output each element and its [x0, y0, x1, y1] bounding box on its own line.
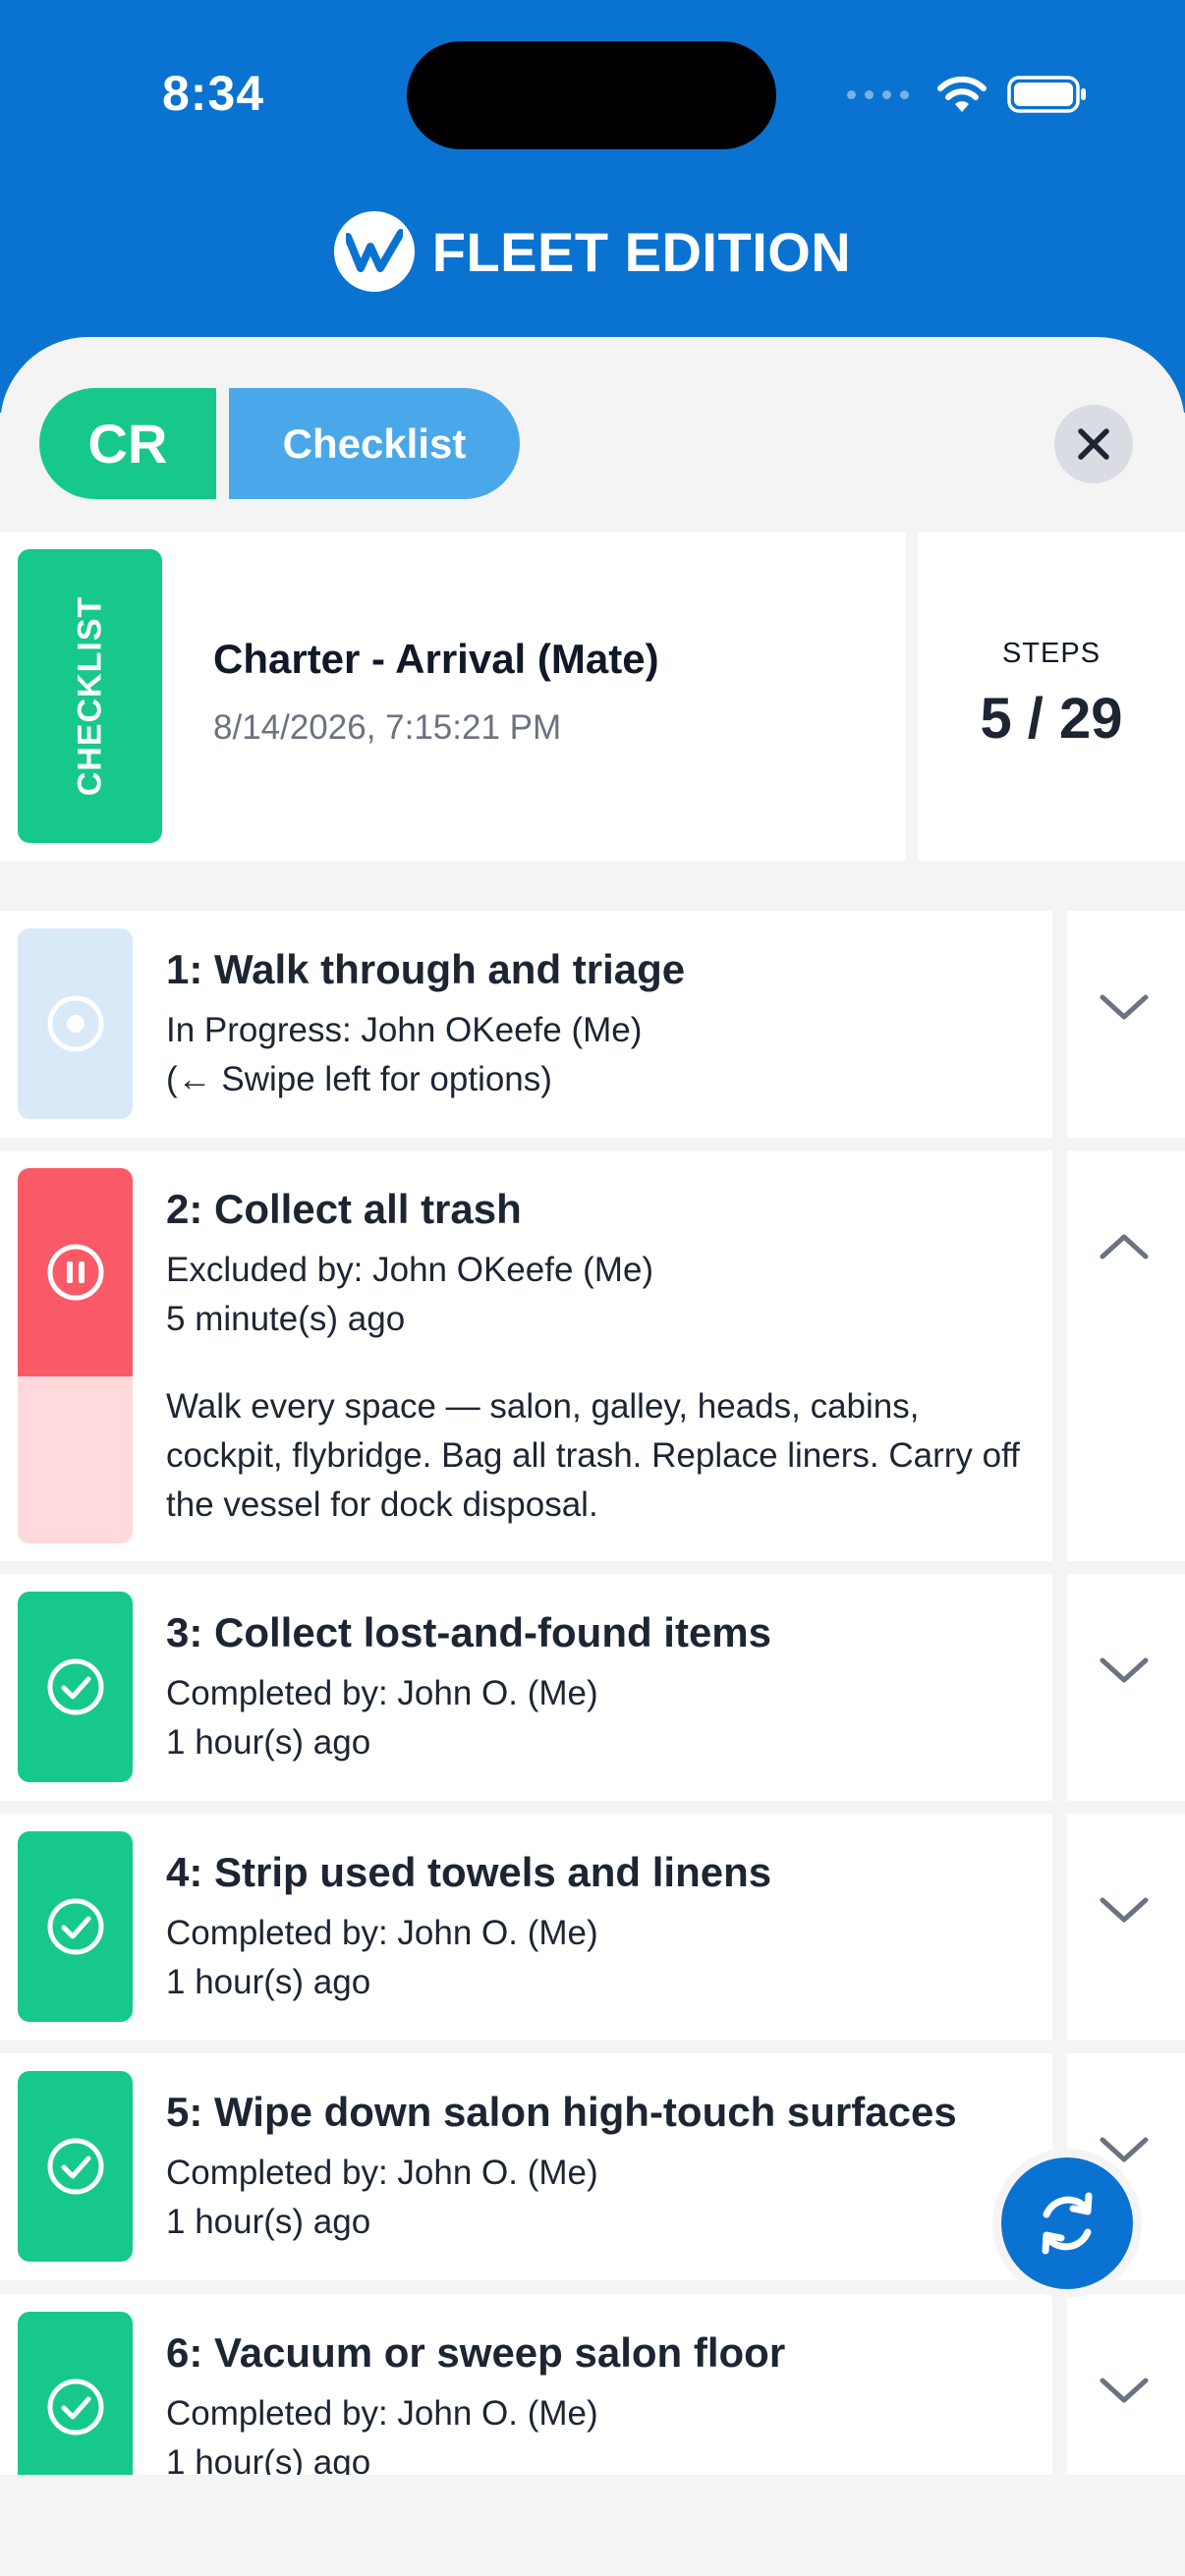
step-status-in-progress — [18, 928, 133, 1119]
brand: FLEET EDITION — [0, 211, 1185, 292]
steps-value: 5 / 29 — [980, 687, 1123, 751]
signal-icon — [847, 89, 909, 99]
chip-code: CR — [39, 388, 216, 499]
step-status-completed — [18, 2312, 133, 2475]
step-status-text: Completed by: John O. (Me) — [166, 2154, 598, 2192]
chevron-down-icon — [1100, 1657, 1149, 1683]
step-title: 2: Collect all trash — [166, 1186, 522, 1232]
step-title: 1: Walk through and triage — [166, 946, 686, 992]
step-body[interactable]: 6: Vacuum or sweep salon floor Completed… — [0, 2294, 1052, 2475]
step-status-excluded — [18, 1168, 133, 1543]
status-time: 8:34 — [162, 66, 265, 121]
step-body[interactable]: 2: Collect all trash Excluded by: John O… — [0, 1150, 1052, 1561]
step-time-text: 1 hour(s) ago — [166, 1963, 371, 2001]
step-item[interactable]: 3: Collect lost-and-found items Complete… — [0, 1574, 1185, 1801]
check-circle-icon — [47, 2138, 103, 2195]
chevron-up-icon — [1100, 1234, 1149, 1260]
checklist-title: Charter - Arrival (Mate) — [213, 636, 659, 682]
chevron-down-icon — [1100, 1897, 1149, 1923]
brand-logo-icon — [333, 211, 415, 292]
target-icon — [47, 995, 103, 1052]
step-time-text: 1 hour(s) ago — [166, 2443, 371, 2475]
refresh-button[interactable] — [1001, 2157, 1133, 2289]
step-status-text: Completed by: John O. (Me) — [166, 1674, 598, 1712]
step-title: 4: Strip used towels and linens — [166, 1849, 772, 1895]
chevron-down-icon — [1100, 994, 1149, 1020]
step-collapse-button[interactable] — [1067, 1150, 1185, 1561]
step-title: 6: Vacuum or sweep salon floor — [166, 2329, 786, 2376]
steps-counter: STEPS 5 / 29 — [918, 532, 1185, 861]
check-circle-icon — [47, 1898, 103, 1955]
step-body[interactable]: 3: Collect lost-and-found items Complete… — [0, 1574, 1052, 1801]
checklist-date: 8/14/2026, 7:15:21 PM — [213, 708, 562, 747]
step-title: 5: Wipe down salon high-touch surfaces — [166, 2089, 957, 2135]
step-status-completed — [18, 2071, 133, 2262]
pause-icon — [47, 1244, 103, 1301]
step-expand-button[interactable] — [1067, 2294, 1185, 2475]
step-description: Walk every space — salon, galley, heads,… — [166, 1387, 1020, 1524]
brand-name: FLEET EDITION — [431, 220, 852, 283]
step-body[interactable]: 4: Strip used towels and linens Complete… — [0, 1814, 1052, 2041]
step-expand-button[interactable] — [1067, 911, 1185, 1138]
step-time-text: 1 hour(s) ago — [166, 2203, 371, 2241]
step-item[interactable]: 4: Strip used towels and linens Complete… — [0, 1814, 1185, 2041]
close-button[interactable] — [1054, 405, 1133, 483]
step-time-text: 1 hour(s) ago — [166, 1723, 371, 1762]
checklist-tag: CHECKLIST — [18, 549, 162, 843]
step-time-text: 5 minute(s) ago — [166, 1300, 406, 1338]
step-expand-button[interactable] — [1067, 1574, 1185, 1801]
bottom-safe-area — [0, 2475, 1185, 2576]
close-icon — [1078, 428, 1109, 460]
steps-label: STEPS — [1001, 638, 1101, 669]
check-circle-icon — [47, 2379, 103, 2436]
dynamic-island — [407, 41, 776, 149]
checklist-tag-label: CHECKLIST — [71, 595, 108, 797]
battery-icon — [1007, 76, 1086, 113]
step-status-completed — [18, 1592, 133, 1782]
step-title: 3: Collect lost-and-found items — [166, 1609, 772, 1655]
step-item[interactable]: 2: Collect all trash Excluded by: John O… — [0, 1150, 1185, 1561]
step-status-text: In Progress: John OKeefe (Me) — [166, 1011, 643, 1049]
refresh-icon — [1042, 2192, 1093, 2255]
step-item[interactable]: 6: Vacuum or sweep salon floor Completed… — [0, 2294, 1185, 2475]
step-hint-text: (← Swipe left for options) — [166, 1060, 552, 1098]
checklist-summary: CHECKLIST Charter - Arrival (Mate) 8/14/… — [0, 532, 906, 861]
wifi-icon — [937, 76, 987, 112]
check-circle-icon — [47, 1658, 103, 1715]
step-item[interactable]: 1: Walk through and triage In Progress: … — [0, 911, 1185, 1138]
chevron-down-icon — [1100, 2378, 1149, 2403]
chip-type: Checklist — [229, 388, 520, 499]
step-body[interactable]: 5: Wipe down salon high-touch surfaces C… — [0, 2053, 1052, 2280]
step-status-text: Excluded by: John OKeefe (Me) — [166, 1251, 654, 1289]
step-expand-button[interactable] — [1067, 1814, 1185, 2041]
status-indicators — [847, 73, 1088, 116]
step-status-text: Completed by: John O. (Me) — [166, 1914, 598, 1952]
step-status-text: Completed by: John O. (Me) — [166, 2394, 598, 2433]
step-body[interactable]: 1: Walk through and triage In Progress: … — [0, 911, 1052, 1138]
step-status-completed — [18, 1831, 133, 2022]
